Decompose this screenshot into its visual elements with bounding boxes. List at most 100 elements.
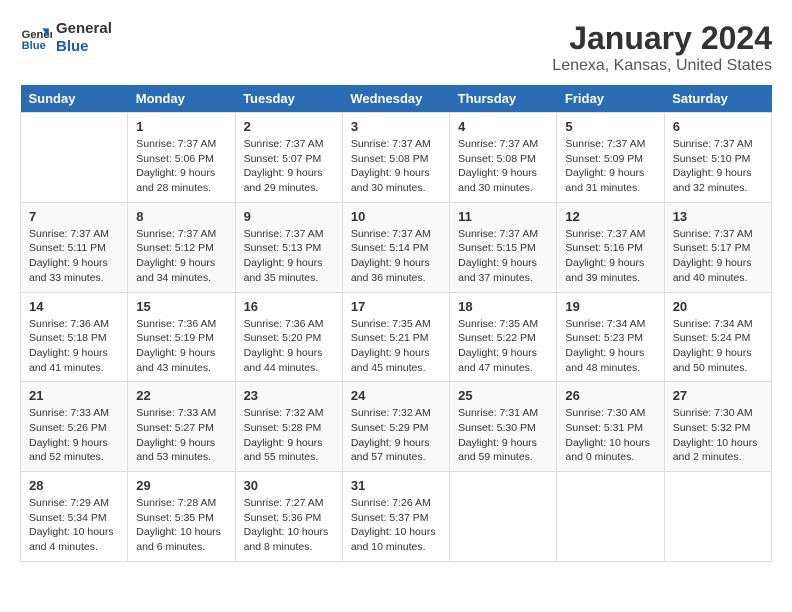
header-friday: Friday	[557, 85, 664, 113]
day-info: Sunrise: 7:37 AM Sunset: 5:08 PM Dayligh…	[351, 137, 441, 196]
sunset-text: Sunset: 5:30 PM	[458, 421, 548, 436]
day-info: Sunrise: 7:29 AM Sunset: 5:34 PM Dayligh…	[29, 496, 119, 555]
day-number: 5	[565, 119, 655, 134]
day-number: 18	[458, 299, 548, 314]
day-info: Sunrise: 7:37 AM Sunset: 5:17 PM Dayligh…	[673, 227, 763, 286]
sunrise-text: Sunrise: 7:30 AM	[673, 406, 763, 421]
sunrise-text: Sunrise: 7:37 AM	[673, 137, 763, 152]
sunrise-text: Sunrise: 7:37 AM	[673, 227, 763, 242]
day-cell: 13 Sunrise: 7:37 AM Sunset: 5:17 PM Dayl…	[664, 202, 771, 292]
day-cell	[664, 472, 771, 562]
sunset-text: Sunset: 5:34 PM	[29, 511, 119, 526]
day-cell	[557, 472, 664, 562]
daylight-text: Daylight: 9 hours and 32 minutes.	[673, 166, 763, 195]
day-number: 15	[136, 299, 226, 314]
day-info: Sunrise: 7:37 AM Sunset: 5:16 PM Dayligh…	[565, 227, 655, 286]
sunrise-text: Sunrise: 7:35 AM	[458, 317, 548, 332]
header-saturday: Saturday	[664, 85, 771, 113]
sunset-text: Sunset: 5:14 PM	[351, 241, 441, 256]
day-number: 2	[244, 119, 334, 134]
day-cell: 14 Sunrise: 7:36 AM Sunset: 5:18 PM Dayl…	[21, 292, 128, 382]
day-cell: 4 Sunrise: 7:37 AM Sunset: 5:08 PM Dayli…	[450, 113, 557, 203]
day-cell: 12 Sunrise: 7:37 AM Sunset: 5:16 PM Dayl…	[557, 202, 664, 292]
sunset-text: Sunset: 5:12 PM	[136, 241, 226, 256]
daylight-text: Daylight: 9 hours and 30 minutes.	[351, 166, 441, 195]
daylight-text: Daylight: 10 hours and 10 minutes.	[351, 525, 441, 554]
day-info: Sunrise: 7:36 AM Sunset: 5:19 PM Dayligh…	[136, 317, 226, 376]
day-cell: 9 Sunrise: 7:37 AM Sunset: 5:13 PM Dayli…	[235, 202, 342, 292]
daylight-text: Daylight: 9 hours and 31 minutes.	[565, 166, 655, 195]
daylight-text: Daylight: 9 hours and 39 minutes.	[565, 256, 655, 285]
sunset-text: Sunset: 5:10 PM	[673, 152, 763, 167]
sunset-text: Sunset: 5:27 PM	[136, 421, 226, 436]
daylight-text: Daylight: 9 hours and 29 minutes.	[244, 166, 334, 195]
day-info: Sunrise: 7:30 AM Sunset: 5:31 PM Dayligh…	[565, 406, 655, 465]
sunset-text: Sunset: 5:11 PM	[29, 241, 119, 256]
day-number: 26	[565, 388, 655, 403]
week-row-4: 28 Sunrise: 7:29 AM Sunset: 5:34 PM Dayl…	[21, 472, 772, 562]
sunrise-text: Sunrise: 7:37 AM	[565, 227, 655, 242]
header-row: SundayMondayTuesdayWednesdayThursdayFrid…	[21, 85, 772, 113]
daylight-text: Daylight: 9 hours and 30 minutes.	[458, 166, 548, 195]
daylight-text: Daylight: 9 hours and 35 minutes.	[244, 256, 334, 285]
header-wednesday: Wednesday	[342, 85, 449, 113]
sunrise-text: Sunrise: 7:36 AM	[29, 317, 119, 332]
day-info: Sunrise: 7:31 AM Sunset: 5:30 PM Dayligh…	[458, 406, 548, 465]
daylight-text: Daylight: 9 hours and 28 minutes.	[136, 166, 226, 195]
sunrise-text: Sunrise: 7:28 AM	[136, 496, 226, 511]
header-tuesday: Tuesday	[235, 85, 342, 113]
sunrise-text: Sunrise: 7:35 AM	[351, 317, 441, 332]
day-info: Sunrise: 7:37 AM Sunset: 5:13 PM Dayligh…	[244, 227, 334, 286]
day-info: Sunrise: 7:34 AM Sunset: 5:24 PM Dayligh…	[673, 317, 763, 376]
day-cell: 15 Sunrise: 7:36 AM Sunset: 5:19 PM Dayl…	[128, 292, 235, 382]
sunset-text: Sunset: 5:26 PM	[29, 421, 119, 436]
sunrise-text: Sunrise: 7:34 AM	[673, 317, 763, 332]
day-cell: 25 Sunrise: 7:31 AM Sunset: 5:30 PM Dayl…	[450, 382, 557, 472]
day-cell: 22 Sunrise: 7:33 AM Sunset: 5:27 PM Dayl…	[128, 382, 235, 472]
sunrise-text: Sunrise: 7:37 AM	[136, 137, 226, 152]
calendar-table: SundayMondayTuesdayWednesdayThursdayFrid…	[20, 85, 772, 562]
daylight-text: Daylight: 9 hours and 44 minutes.	[244, 346, 334, 375]
week-row-0: 1 Sunrise: 7:37 AM Sunset: 5:06 PM Dayli…	[21, 113, 772, 203]
sunrise-text: Sunrise: 7:36 AM	[244, 317, 334, 332]
day-info: Sunrise: 7:28 AM Sunset: 5:35 PM Dayligh…	[136, 496, 226, 555]
daylight-text: Daylight: 9 hours and 41 minutes.	[29, 346, 119, 375]
day-info: Sunrise: 7:26 AM Sunset: 5:37 PM Dayligh…	[351, 496, 441, 555]
day-info: Sunrise: 7:37 AM Sunset: 5:08 PM Dayligh…	[458, 137, 548, 196]
week-row-1: 7 Sunrise: 7:37 AM Sunset: 5:11 PM Dayli…	[21, 202, 772, 292]
week-row-3: 21 Sunrise: 7:33 AM Sunset: 5:26 PM Dayl…	[21, 382, 772, 472]
page-title: January 2024	[552, 20, 772, 57]
sunset-text: Sunset: 5:37 PM	[351, 511, 441, 526]
daylight-text: Daylight: 9 hours and 57 minutes.	[351, 436, 441, 465]
calendar-body: 1 Sunrise: 7:37 AM Sunset: 5:06 PM Dayli…	[21, 113, 772, 562]
day-number: 17	[351, 299, 441, 314]
day-cell: 8 Sunrise: 7:37 AM Sunset: 5:12 PM Dayli…	[128, 202, 235, 292]
day-number: 3	[351, 119, 441, 134]
daylight-text: Daylight: 9 hours and 36 minutes.	[351, 256, 441, 285]
day-cell	[450, 472, 557, 562]
day-number: 1	[136, 119, 226, 134]
day-info: Sunrise: 7:37 AM Sunset: 5:10 PM Dayligh…	[673, 137, 763, 196]
day-cell: 5 Sunrise: 7:37 AM Sunset: 5:09 PM Dayli…	[557, 113, 664, 203]
daylight-text: Daylight: 9 hours and 45 minutes.	[351, 346, 441, 375]
day-number: 14	[29, 299, 119, 314]
daylight-text: Daylight: 9 hours and 37 minutes.	[458, 256, 548, 285]
day-number: 22	[136, 388, 226, 403]
day-number: 21	[29, 388, 119, 403]
day-number: 24	[351, 388, 441, 403]
logo-icon: General Blue	[20, 22, 52, 54]
sunset-text: Sunset: 5:31 PM	[565, 421, 655, 436]
sunset-text: Sunset: 5:08 PM	[351, 152, 441, 167]
daylight-text: Daylight: 9 hours and 47 minutes.	[458, 346, 548, 375]
sunset-text: Sunset: 5:21 PM	[351, 331, 441, 346]
sunset-text: Sunset: 5:16 PM	[565, 241, 655, 256]
logo-blue: Blue	[56, 38, 112, 56]
day-number: 4	[458, 119, 548, 134]
daylight-text: Daylight: 9 hours and 43 minutes.	[136, 346, 226, 375]
sunset-text: Sunset: 5:07 PM	[244, 152, 334, 167]
sunset-text: Sunset: 5:09 PM	[565, 152, 655, 167]
day-info: Sunrise: 7:37 AM Sunset: 5:09 PM Dayligh…	[565, 137, 655, 196]
title-area: January 2024 Lenexa, Kansas, United Stat…	[552, 20, 772, 75]
sunrise-text: Sunrise: 7:37 AM	[458, 227, 548, 242]
day-info: Sunrise: 7:37 AM Sunset: 5:14 PM Dayligh…	[351, 227, 441, 286]
